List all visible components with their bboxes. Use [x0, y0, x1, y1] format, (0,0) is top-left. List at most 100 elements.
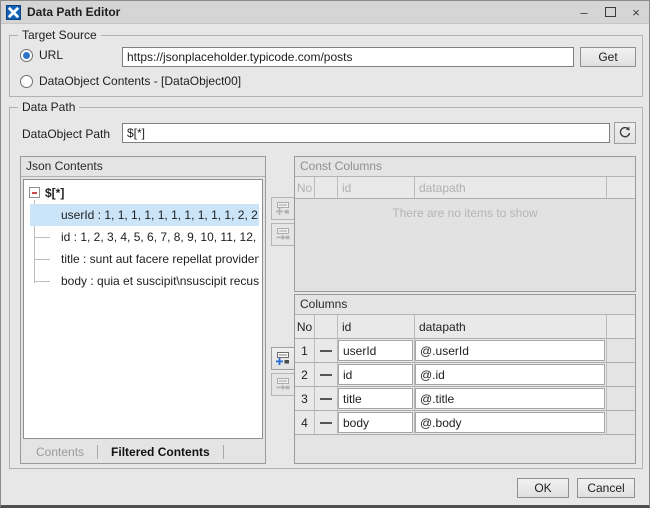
const-columns-empty-message: There are no items to show — [295, 199, 635, 220]
col-header-datapath: datapath — [415, 315, 607, 339]
row-drag-handle[interactable] — [315, 339, 338, 363]
refresh-icon — [618, 126, 632, 140]
row-number: 1 — [295, 339, 315, 363]
row-number: 2 — [295, 363, 315, 387]
drag-handle-icon — [320, 374, 332, 376]
data-path-group: Data Path DataObject Path Json Contents … — [9, 107, 643, 469]
table-row[interactable]: 2 id @.id — [295, 363, 635, 387]
contents-tabstrip: Contents Filtered Contents — [21, 441, 265, 463]
collapse-icon[interactable] — [29, 187, 40, 198]
tree-root-label: $[*] — [45, 186, 64, 200]
dataobject-contents-radio[interactable] — [20, 75, 33, 88]
col-header-id: id — [338, 315, 415, 339]
id-value[interactable]: userId — [338, 340, 413, 361]
table-row[interactable]: 3 title @.title — [295, 387, 635, 411]
datapath-value[interactable]: @.userId — [415, 340, 605, 361]
ok-button[interactable]: OK — [517, 478, 569, 498]
id-value[interactable]: title — [338, 388, 413, 409]
datapath-cell[interactable]: @.id — [415, 363, 607, 387]
row-drag-handle[interactable] — [315, 411, 338, 435]
const-columns-header: Const Columns — [295, 157, 635, 177]
json-tree: $[*] userId : 1, 1, 1, 1, 1, 1, 1, 1, 1,… — [24, 182, 262, 292]
row-extra-cell — [607, 411, 635, 435]
cancel-button[interactable]: Cancel — [577, 478, 635, 498]
drag-handle-icon — [320, 398, 332, 400]
columns-table-header: No id datapath — [295, 315, 635, 339]
window-controls: – × — [571, 1, 649, 23]
target-source-group: Target Source URL Get DataObject Content… — [9, 35, 643, 97]
const-columns-panel: Const Columns No id datapath There are n… — [294, 156, 636, 292]
data-path-legend: Data Path — [18, 100, 79, 114]
id-cell[interactable]: userId — [338, 339, 415, 363]
refresh-path-button[interactable] — [614, 122, 636, 144]
url-radio-label: URL — [39, 48, 63, 62]
row-extra-cell — [607, 387, 635, 411]
const-col-header-datapath: datapath — [415, 177, 607, 199]
json-tree-area[interactable]: $[*] userId : 1, 1, 1, 1, 1, 1, 1, 1, 1,… — [23, 179, 263, 439]
datapath-value[interactable]: @.title — [415, 388, 605, 409]
datapath-value[interactable]: @.id — [415, 364, 605, 385]
add-column-button[interactable] — [271, 347, 295, 370]
json-contents-header: Json Contents — [21, 157, 265, 177]
row-drag-handle[interactable] — [315, 363, 338, 387]
const-col-header-no: No — [295, 177, 315, 199]
id-cell[interactable]: title — [338, 387, 415, 411]
const-col-header-id: id — [338, 177, 415, 199]
tree-item-body[interactable]: body : quia et suscipit\nsuscipit recusa… — [30, 270, 259, 292]
add-const-column-button[interactable] — [271, 197, 295, 220]
const-col-header-extra — [607, 177, 635, 199]
datapath-cell[interactable]: @.title — [415, 387, 607, 411]
row-drag-handle[interactable] — [315, 387, 338, 411]
columns-header: Columns — [295, 295, 635, 315]
dataobject-path-label: DataObject Path — [22, 127, 110, 141]
id-cell[interactable]: id — [338, 363, 415, 387]
tree-item-userid[interactable]: userId : 1, 1, 1, 1, 1, 1, 1, 1, 1, 1, 2… — [30, 204, 259, 226]
tree-item-id[interactable]: id : 1, 2, 3, 4, 5, 6, 7, 8, 9, 10, 11, … — [30, 226, 259, 248]
row-extra-cell — [607, 363, 635, 387]
close-button[interactable]: × — [623, 1, 649, 23]
window-title: Data Path Editor — [27, 5, 120, 19]
titlebar: Data Path Editor – × — [1, 1, 649, 24]
url-radio-row: URL — [20, 48, 63, 62]
data-path-editor-dialog: Data Path Editor – × Target Source URL G… — [0, 0, 650, 508]
app-logo-icon — [6, 5, 21, 20]
datapath-cell[interactable]: @.userId — [415, 339, 607, 363]
url-radio[interactable] — [20, 49, 33, 62]
tree-root-node[interactable]: $[*] — [24, 182, 262, 204]
datapath-value[interactable]: @.body — [415, 412, 605, 433]
add-column-icon — [275, 351, 291, 366]
row-number: 3 — [295, 387, 315, 411]
target-source-legend: Target Source — [18, 28, 101, 42]
tab-separator — [223, 445, 224, 459]
insert-column-icon — [275, 377, 291, 392]
dataobject-path-input[interactable] — [122, 123, 610, 143]
get-button[interactable]: Get — [580, 47, 636, 67]
const-columns-table-header: No id datapath — [295, 177, 635, 199]
id-value[interactable]: body — [338, 412, 413, 433]
dataobject-radio-label: DataObject Contents - [DataObject00] — [39, 74, 241, 88]
minimize-button[interactable]: – — [571, 1, 597, 23]
drag-handle-icon — [320, 422, 332, 424]
id-cell[interactable]: body — [338, 411, 415, 435]
row-number: 4 — [295, 411, 315, 435]
tree-item-title[interactable]: title : sunt aut facere repellat provide… — [30, 248, 259, 270]
datapath-cell[interactable]: @.body — [415, 411, 607, 435]
minimize-icon: – — [580, 5, 587, 20]
const-columns-empty-area: There are no items to show — [295, 199, 635, 291]
maximize-button[interactable] — [597, 1, 623, 23]
col-header-handle — [315, 315, 338, 339]
col-header-no: No — [295, 315, 315, 339]
columns-panel: Columns No id datapath 1 userId @.userId… — [294, 294, 636, 464]
tab-contents[interactable]: Contents — [23, 441, 97, 463]
columns-empty-area — [295, 435, 635, 463]
tab-filtered-contents[interactable]: Filtered Contents — [98, 441, 223, 463]
col-header-extra — [607, 315, 635, 339]
insert-const-selected-button[interactable] — [271, 223, 295, 246]
row-extra-cell — [607, 339, 635, 363]
id-value[interactable]: id — [338, 364, 413, 385]
url-input[interactable] — [122, 47, 574, 67]
insert-selected-button[interactable] — [271, 373, 295, 396]
const-col-header-handle — [315, 177, 338, 199]
table-row[interactable]: 4 body @.body — [295, 411, 635, 435]
table-row[interactable]: 1 userId @.userId — [295, 339, 635, 363]
